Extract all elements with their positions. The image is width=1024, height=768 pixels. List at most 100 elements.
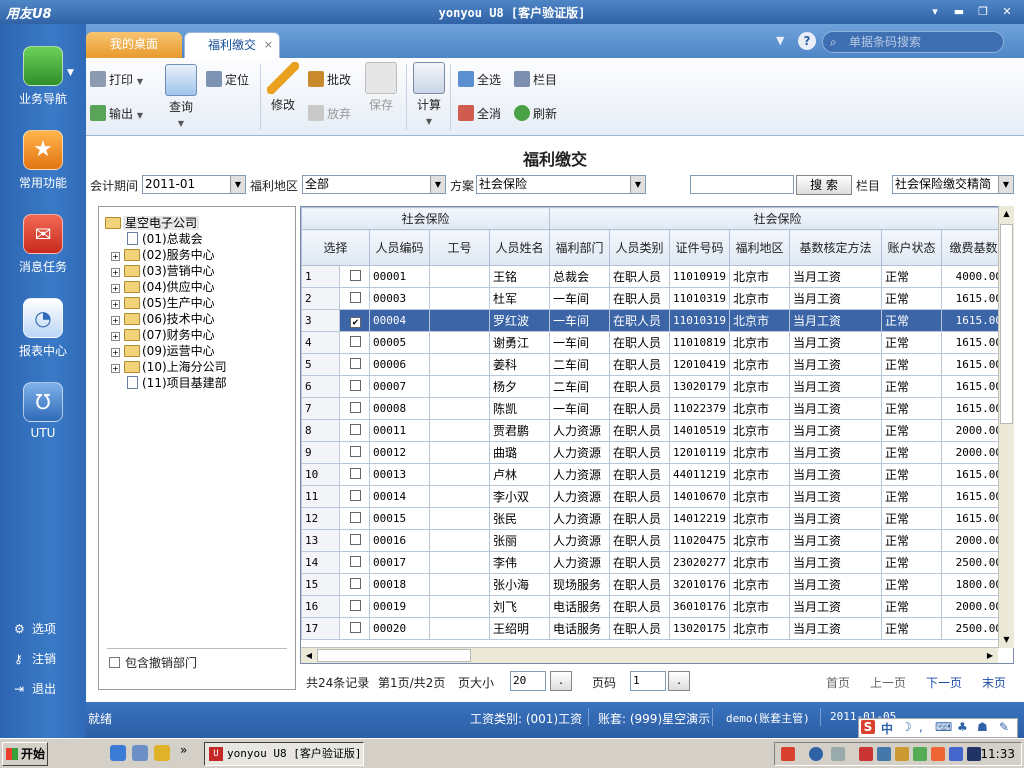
cell-job-number[interactable] — [429, 617, 490, 640]
column-header[interactable]: 人员姓名 — [489, 229, 550, 266]
page-number-go-button[interactable]: . — [668, 671, 690, 691]
cell-method[interactable]: 当月工资 — [789, 331, 882, 354]
cell-base[interactable]: 2000.00 — [941, 441, 1006, 464]
tree-node[interactable]: + (05)生产中心 — [111, 295, 215, 311]
cell-status[interactable]: 正常 — [881, 287, 942, 310]
cell-method[interactable]: 当月工资 — [789, 397, 882, 420]
cell-name[interactable]: 王绍明 — [489, 617, 550, 640]
plan-select[interactable]: 社会保险 ▼ — [476, 175, 646, 194]
start-button[interactable]: 开始 — [2, 742, 48, 766]
cell-name[interactable]: 张民 — [489, 507, 550, 530]
cell-method[interactable]: 当月工资 — [789, 353, 882, 376]
cell-cat[interactable]: 在职人员 — [609, 419, 670, 442]
cell-code[interactable]: 00020 — [369, 617, 430, 640]
sogou-tray-icon[interactable] — [781, 747, 795, 761]
cell-dept[interactable]: 人力资源 — [549, 507, 610, 530]
cell-region[interactable]: 北京市 — [729, 529, 790, 552]
cell-cat[interactable]: 在职人员 — [609, 529, 670, 552]
tab-welfare-payment[interactable]: 福利缴交 × — [184, 32, 280, 58]
batch-modify-button[interactable]: 批改 — [308, 70, 351, 90]
table-row[interactable]: 11 00014 李小双 人力资源 在职人员 14010670 北京市 当月工资 正常 1615.… — [301, 485, 1006, 508]
cell-status[interactable]: 正常 — [881, 529, 942, 552]
export-button[interactable]: 输出 ▼ — [90, 104, 143, 124]
cell-code[interactable]: 00013 — [369, 463, 430, 486]
cell-job-number[interactable] — [429, 551, 490, 574]
row-select-checkbox[interactable] — [350, 600, 361, 611]
period-select[interactable]: 2011-01 ▼ — [142, 175, 246, 194]
nav-utu[interactable]: Ʊ UTU — [0, 382, 86, 440]
cell-name[interactable]: 罗红波 — [489, 309, 550, 332]
cell-status[interactable]: 正常 — [881, 265, 942, 288]
cell-base[interactable]: 1615.00 — [941, 331, 1006, 354]
cell-name[interactable]: 李伟 — [489, 551, 550, 574]
table-row[interactable]: 9 00012 曲璐 人力资源 在职人员 12010119 北京市 当月工资 正常 2000.00 — [301, 441, 1006, 464]
last-page-link[interactable]: 末页 — [982, 674, 1006, 691]
cell-cat[interactable]: 在职人员 — [609, 309, 670, 332]
search-text-input[interactable] — [690, 175, 794, 194]
cell-code[interactable]: 00014 — [369, 485, 430, 508]
expand-icon[interactable]: + — [111, 252, 120, 261]
cell-region[interactable]: 北京市 — [729, 551, 790, 574]
tree-node[interactable]: (01)总裁会 — [127, 231, 203, 247]
cell-region[interactable]: 北京市 — [729, 265, 790, 288]
cell-id[interactable]: 14010670 — [669, 485, 730, 508]
cell-base[interactable]: 2000.00 — [941, 529, 1006, 552]
cell-cat[interactable]: 在职人员 — [609, 617, 670, 640]
expand-icon[interactable]: + — [111, 348, 120, 357]
table-row[interactable]: 7 00008 陈凯 一车间 在职人员 11022379 北京市 当月工资 正常 1615.00 — [301, 397, 1006, 420]
column-header[interactable]: 选择 — [301, 229, 370, 266]
cell-name[interactable]: 贾君鹏 — [489, 419, 550, 442]
cell-dept[interactable]: 电话服务 — [549, 595, 610, 618]
row-select-checkbox[interactable] — [350, 380, 361, 391]
cell-dept[interactable]: 电话服务 — [549, 617, 610, 640]
column-header[interactable]: 账户状态 — [881, 229, 942, 266]
cell-name[interactable]: 姜科 — [489, 353, 550, 376]
menu-arrow-icon[interactable]: ▾ — [926, 3, 944, 20]
row-select-checkbox[interactable] — [350, 446, 361, 457]
scroll-left-icon[interactable]: ◀ — [301, 648, 317, 663]
tree-root-node[interactable]: 星空电子公司 — [105, 215, 200, 231]
cell-cat[interactable]: 在职人员 — [609, 507, 670, 530]
tree-node[interactable]: + (02)服务中心 — [111, 247, 215, 263]
column-header[interactable]: 福利部门 — [549, 229, 610, 266]
cell-cat[interactable]: 在职人员 — [609, 375, 670, 398]
cell-id[interactable]: 14012219 — [669, 507, 730, 530]
row-select-checkbox[interactable] — [350, 622, 361, 633]
scrollbar-thumb[interactable] — [317, 649, 471, 662]
cell-code[interactable]: 00004 — [369, 309, 430, 332]
cell-id[interactable]: 44011219 — [669, 463, 730, 486]
column-header[interactable]: 缴费基数 — [941, 229, 1006, 266]
table-row[interactable]: 15 00018 张小海 现场服务 在职人员 32010176 北京市 当月工资 正常 1800.… — [301, 573, 1006, 596]
cell-status[interactable]: 正常 — [881, 353, 942, 376]
row-select-checkbox[interactable] — [350, 512, 361, 523]
cell-dept[interactable]: 现场服务 — [549, 573, 610, 596]
expand-icon[interactable]: + — [111, 332, 120, 341]
cell-region[interactable]: 北京市 — [729, 309, 790, 332]
help-icon[interactable]: ? — [798, 32, 816, 50]
first-page-link[interactable]: 首页 — [826, 674, 850, 691]
row-select-checkbox[interactable] — [350, 402, 361, 413]
close-tab-icon[interactable]: × — [264, 33, 273, 57]
cell-dept[interactable]: 人力资源 — [549, 551, 610, 574]
cell-cat[interactable]: 在职人员 — [609, 573, 670, 596]
cell-job-number[interactable] — [429, 507, 490, 530]
row-select-checkbox[interactable] — [350, 424, 361, 435]
desktop-icon[interactable] — [132, 745, 148, 761]
page-size-go-button[interactable]: . — [550, 671, 572, 691]
tray-icon[interactable] — [859, 747, 873, 761]
nav-options[interactable]: ⚙ 选项 — [14, 620, 56, 637]
scroll-up-icon[interactable]: ▲ — [999, 206, 1014, 222]
tray-icon[interactable] — [931, 747, 945, 761]
table-row[interactable]: 17 00020 王绍明 电话服务 在职人员 13020175 北京市 当月工资 正常 2500.… — [301, 617, 1006, 640]
nav-logout[interactable]: ⚷ 注销 — [14, 650, 56, 667]
table-row[interactable]: 1 00001 王铭 总裁会 在职人员 11010919 北京市 当月工资 正常 4000.00 — [301, 265, 1006, 288]
cell-method[interactable]: 当月工资 — [789, 463, 882, 486]
chevron-down-icon[interactable]: ▼ — [67, 68, 74, 78]
cell-cat[interactable]: 在职人员 — [609, 353, 670, 376]
cell-name[interactable]: 曲璐 — [489, 441, 550, 464]
cell-status[interactable]: 正常 — [881, 595, 942, 618]
cell-name[interactable]: 张小海 — [489, 573, 550, 596]
cell-name[interactable]: 杨夕 — [489, 375, 550, 398]
nav-report-center[interactable]: ◔ 报表中心 — [0, 298, 86, 359]
cell-dept[interactable]: 一车间 — [549, 287, 610, 310]
